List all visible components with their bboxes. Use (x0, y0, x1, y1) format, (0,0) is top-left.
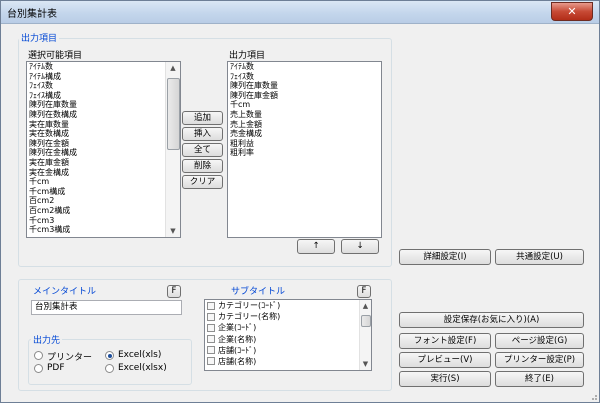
available-list-item[interactable]: ｱｲﾃﾑ数 (27, 62, 180, 72)
scroll-up-icon[interactable]: ▲ (166, 62, 180, 74)
available-items-label: 選択可能項目 (28, 51, 83, 61)
add-button[interactable]: 追加 (182, 111, 223, 125)
main-title-label: メインタイトル (31, 284, 99, 297)
pdf-radio[interactable] (34, 364, 43, 373)
end-button[interactable]: 終了(E) (495, 371, 584, 387)
selected-list-item[interactable]: 陳列在庫金額 (228, 91, 381, 101)
main-title-font-button[interactable]: F (167, 285, 181, 298)
selected-items-list[interactable]: ｱｲﾃﾑ数 ﾌｪｲｽ数 陳列在庫数量 陳列在庫金額 千cm 売上数量 売上金額 売金構成 粗利益… (227, 61, 382, 238)
available-items-list[interactable]: ｱｲﾃﾑ数 ｱｲﾃﾑ構成 ﾌｪｲｽ数 ﾌｪｲｽ構成 陳列在庫数量 陳列在数構成 実在庫数量実… (26, 61, 181, 238)
delete-button[interactable]: 削除 (182, 159, 223, 173)
clear-button[interactable]: クリア (182, 175, 223, 189)
checkbox[interactable] (207, 335, 215, 344)
checkbox[interactable] (207, 301, 215, 310)
selected-list-item[interactable]: ｱｲﾃﾑ数 (228, 62, 381, 72)
common-settings-button[interactable]: 共通設定(U) (495, 249, 584, 265)
list-item-label: 店舗(ｺｰﾄﾞ) (218, 345, 257, 355)
available-list-item[interactable]: 千cm3構成 (27, 225, 180, 235)
checkbox[interactable] (207, 312, 215, 321)
window-title: 台別集計表 (7, 9, 57, 20)
selected-list-item[interactable]: 陳列在庫数量 (228, 81, 381, 91)
selected-list-item[interactable]: 粗利益 (228, 139, 381, 149)
available-list-item[interactable]: ｱｲﾃﾑ構成 (27, 72, 180, 82)
selected-list-item[interactable]: 売上金額 (228, 120, 381, 130)
list-item-label: カテゴリー(ｺｰﾄﾞ) (218, 301, 281, 310)
available-list-item[interactable]: 千cm構成 (27, 187, 180, 197)
available-list-item[interactable]: 百cm2構成 (27, 206, 180, 216)
output-dest-label: 出力先 (31, 333, 63, 346)
available-list-scrollbar[interactable]: ▲ ▼ (165, 62, 180, 237)
resize-grip-icon[interactable] (588, 391, 598, 401)
scroll-up-icon[interactable]: ▲ (360, 300, 371, 312)
available-list-item[interactable]: 陳列在金構成 (27, 148, 180, 158)
selected-list-item[interactable]: 千cm (228, 100, 381, 110)
move-down-button[interactable]: ↓ (341, 239, 379, 254)
available-list-item[interactable]: 実在庫数量 (27, 120, 180, 130)
sub-title-list-item[interactable]: カテゴリー(ｺｰﾄﾞ) (205, 300, 371, 311)
checkbox[interactable] (207, 323, 215, 332)
selected-items-label: 出力項目 (229, 51, 266, 61)
excel-xlsx-radio-label[interactable]: Excel(xlsx) (118, 363, 167, 373)
excel-xlsx-radio[interactable] (105, 364, 114, 373)
run-button[interactable]: 実行(S) (399, 371, 491, 387)
available-list-item[interactable]: ﾌｪｲｽ構成 (27, 91, 180, 101)
sub-title-list-item[interactable]: 店舗(ｺｰﾄﾞ) (205, 345, 371, 356)
available-list-item[interactable]: 実在金構成 (27, 168, 180, 178)
selected-list-item[interactable]: 粗利率 (228, 148, 381, 158)
available-list-item[interactable]: ﾌｪｲｽ数 (27, 81, 180, 91)
list-item-label: 企業(ｺｰﾄﾞ) (218, 323, 257, 333)
sub-title-list-item[interactable]: カテゴリー(名称) (205, 311, 371, 322)
available-list-item[interactable]: 千cm3 (27, 216, 180, 226)
available-list-item[interactable]: 陳列在庫数量 (27, 100, 180, 110)
excel-xls-radio-label[interactable]: Excel(xls) (118, 350, 161, 360)
available-list-item[interactable]: 実在数構成 (27, 129, 180, 139)
available-list-item[interactable]: 百cm2 (27, 196, 180, 206)
detail-settings-button[interactable]: 詳細設定(I) (399, 249, 491, 265)
printer-radio-label[interactable]: プリンター (47, 350, 92, 363)
selected-list-item[interactable]: 売上数量 (228, 110, 381, 120)
window: 台別集計表 ✕ 出力項目 選択可能項目 出力項目 ｱｲﾃﾑ数 ｱｲﾃﾑ構成 ﾌｪｲｽ… (0, 0, 600, 403)
selected-list-item[interactable]: 売金構成 (228, 129, 381, 139)
excel-xls-radio[interactable] (105, 351, 114, 360)
checkbox[interactable] (207, 346, 215, 355)
sub-title-list-item[interactable]: 店舗(名称) (205, 356, 371, 367)
available-list-item[interactable]: 実在庫金額 (27, 158, 180, 168)
move-up-button[interactable]: ↑ (297, 239, 335, 254)
sub-title-font-button[interactable]: F (357, 285, 371, 298)
printer-settings-button[interactable]: プリンター設定(P) (495, 352, 584, 368)
selected-list-item[interactable]: ﾌｪｲｽ数 (228, 72, 381, 82)
list-item-label: カテゴリー(名称) (218, 312, 281, 322)
sub-title-list-item[interactable]: 企業(名称) (205, 334, 371, 345)
available-list-item[interactable]: 陳列在数構成 (27, 110, 180, 120)
close-icon: ✕ (567, 5, 577, 18)
list-item-label: 店舗(名称) (218, 356, 257, 366)
select-all-button[interactable]: 全て (182, 143, 223, 157)
output-items-group-label: 出力項目 (19, 31, 60, 44)
checkbox[interactable] (207, 357, 215, 366)
sub-title-label: サブタイトル (229, 284, 288, 297)
scroll-down-icon[interactable]: ▼ (166, 225, 180, 237)
available-list-item[interactable]: 千cm (27, 177, 180, 187)
available-list-item[interactable]: 陳列在金額 (27, 139, 180, 149)
scroll-thumb[interactable] (361, 315, 371, 327)
insert-button[interactable]: 挿入 (182, 127, 223, 141)
preview-button[interactable]: プレビュー(V) (399, 352, 491, 368)
printer-radio[interactable] (34, 351, 43, 360)
sub-title-list-item[interactable]: 企業(ｺｰﾄﾞ) (205, 322, 371, 333)
scroll-down-icon[interactable]: ▼ (360, 358, 371, 370)
scroll-thumb[interactable] (167, 78, 180, 150)
pdf-radio-label[interactable]: PDF (47, 363, 65, 373)
save-favorite-button[interactable]: 設定保存(お気に入り)(A) (399, 312, 584, 328)
page-settings-button[interactable]: ページ設定(G) (495, 333, 584, 349)
close-button[interactable]: ✕ (551, 2, 593, 21)
list-item-label: 企業(名称) (218, 334, 257, 344)
sub-title-scrollbar[interactable]: ▲ ▼ (359, 300, 371, 370)
sub-title-list[interactable]: カテゴリー(ｺｰﾄﾞ) カテゴリー(名称) 企業(ｺｰﾄﾞ) 企業(名称) 店舗(ｺｰﾄ… (204, 299, 372, 371)
font-settings-button[interactable]: フォント設定(F) (399, 333, 491, 349)
title-bar: 台別集計表 ✕ (1, 1, 599, 24)
main-title-input[interactable]: 台別集計表 (31, 300, 182, 315)
